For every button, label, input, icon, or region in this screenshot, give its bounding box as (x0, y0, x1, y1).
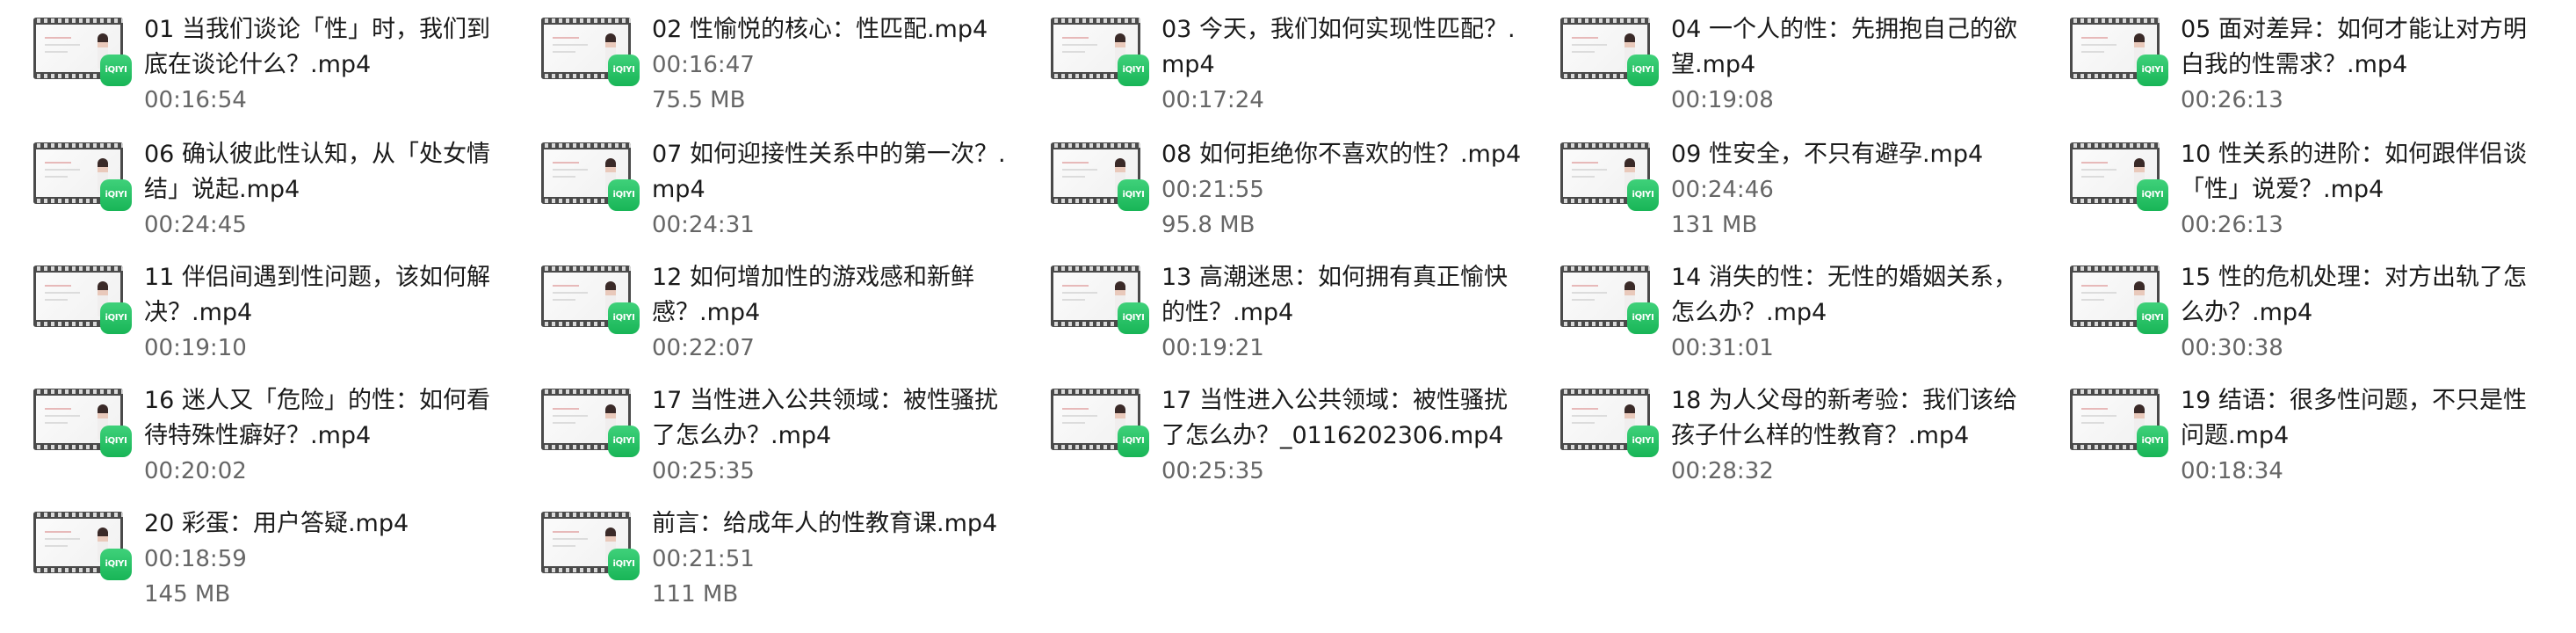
file-item[interactable]: iQIYI 11 伴侣间遇到性问题，该如何解决？.mp4 00:19:10 (0, 248, 501, 362)
file-duration: 00:25:35 (1161, 458, 1264, 484)
file-size: 131 MB (1671, 212, 1758, 238)
file-item[interactable]: iQIYI 20 彩蛋：用户答疑.mp4 00:18:59 145 MB (0, 494, 501, 608)
file-duration: 00:21:55 (1161, 177, 1264, 203)
iqiyi-app-icon: iQIYI (1627, 302, 1659, 334)
file-item[interactable]: iQIYI 08 如何拒绝你不喜欢的性？.mp4 00:21:55 95.8 MB (1017, 125, 1521, 239)
file-name: 03 今天，我们如何实现性匹配？.mp4 (1161, 16, 1516, 78)
file-grid: iQIYI 01 当我们谈论「性」时，我们到底在谈论什么？.mp4 00:16:54… (0, 0, 2576, 633)
file-name: 01 当我们谈论「性」时，我们到底在谈论什么？.mp4 (144, 16, 490, 78)
file-duration: 00:31:01 (1671, 335, 1774, 361)
file-name: 18 为人父母的新考验：我们该给孩子什么样的性教育？.mp4 (1671, 387, 2017, 449)
file-item[interactable]: iQIYI 17 当性进入公共领域：被性骚扰了怎么办？_0116202306.mp… (1017, 371, 1518, 485)
iqiyi-app-icon: iQIYI (100, 55, 132, 86)
file-item[interactable]: iQIYI 05 面对差异：如何才能让对方明白我的性需求？.mp4 00:26:13 (2037, 0, 2537, 114)
file-item[interactable]: iQIYI 19 结语：很多性问题，不只是性问题.mp4 00:18:34 (2037, 371, 2537, 485)
file-item[interactable]: iQIYI 14 消失的性：无性的婚姻关系，怎么办？.mp4 00:31:01 (1527, 248, 2028, 362)
file-name: 08 如何拒绝你不喜欢的性？.mp4 (1161, 141, 1522, 168)
file-name: 10 性关系的进阶：如何跟伴侣谈「性」说爱？.mp4 (2181, 141, 2527, 203)
file-name: 17 当性进入公共领域：被性骚扰了怎么办？_0116202306.mp4 (1161, 387, 1508, 449)
file-duration: 00:20:02 (144, 458, 247, 484)
file-item[interactable]: iQIYI 15 性的危机处理：对方出轨了怎么办？.mp4 00:30:38 (2037, 248, 2537, 362)
iqiyi-app-icon: iQIYI (100, 179, 132, 211)
file-item[interactable]: iQIYI 12 如何增加性的游戏感和新鲜感？.mp4 00:22:07 (508, 248, 1009, 362)
file-item[interactable]: iQIYI 03 今天，我们如何实现性匹配？.mp4 00:17:24 (1017, 0, 1518, 114)
file-duration: 00:19:10 (144, 335, 247, 361)
file-duration: 00:18:59 (144, 546, 247, 572)
file-item[interactable]: iQIYI 06 确认彼此性认知，从「处女情结」说起.mp4 00:24:45 (0, 125, 501, 239)
iqiyi-app-icon: iQIYI (2137, 426, 2168, 457)
file-size: 145 MB (144, 581, 231, 608)
file-name: 07 如何迎接性关系中的第一次？.mp4 (652, 141, 1006, 203)
file-name: 13 高潮迷思：如何拥有真正愉快的性？.mp4 (1161, 264, 1508, 326)
iqiyi-app-icon: iQIYI (1118, 179, 1149, 211)
iqiyi-app-icon: iQIYI (1118, 55, 1149, 86)
iqiyi-app-icon: iQIYI (100, 549, 132, 580)
file-duration: 00:18:34 (2181, 458, 2283, 484)
file-name: 06 确认彼此性认知，从「处女情结」说起.mp4 (144, 141, 490, 203)
file-duration: 00:26:13 (2181, 212, 2283, 238)
iqiyi-app-icon: iQIYI (1627, 55, 1659, 86)
file-name: 15 性的危机处理：对方出轨了怎么办？.mp4 (2181, 264, 2527, 326)
file-name: 14 消失的性：无性的婚姻关系，怎么办？.mp4 (1671, 264, 2017, 326)
iqiyi-app-icon: iQIYI (1118, 426, 1149, 457)
iqiyi-app-icon: iQIYI (2137, 55, 2168, 86)
iqiyi-app-icon: iQIYI (100, 426, 132, 457)
iqiyi-app-icon: iQIYI (2137, 179, 2168, 211)
file-duration: 00:17:24 (1161, 87, 1264, 113)
file-item[interactable]: iQIYI 07 如何迎接性关系中的第一次？.mp4 00:24:31 (508, 125, 1009, 239)
file-name: 12 如何增加性的游戏感和新鲜感？.mp4 (652, 264, 974, 326)
file-name: 16 迷人又「危险」的性：如何看待特殊性癖好？.mp4 (144, 387, 490, 449)
iqiyi-app-icon: iQIYI (608, 426, 640, 457)
file-size: 111 MB (652, 581, 739, 608)
file-item[interactable]: iQIYI 17 当性进入公共领域：被性骚扰了怎么办？.mp4 00:25:35 (508, 371, 1009, 485)
file-item[interactable]: iQIYI 09 性安全，不只有避孕.mp4 00:24:46 131 MB (1527, 125, 2028, 239)
file-name: 05 面对差异：如何才能让对方明白我的性需求？.mp4 (2181, 16, 2527, 78)
file-name: 09 性安全，不只有避孕.mp4 (1671, 141, 1984, 168)
file-item[interactable]: iQIYI 16 迷人又「危险」的性：如何看待特殊性癖好？.mp4 00:20:02 (0, 371, 501, 485)
file-item[interactable]: iQIYI 10 性关系的进阶：如何跟伴侣谈「性」说爱？.mp4 00:26:13 (2037, 125, 2537, 239)
iqiyi-app-icon: iQIYI (1627, 426, 1659, 457)
file-duration: 00:16:54 (144, 87, 247, 113)
file-duration: 00:24:46 (1671, 177, 1774, 203)
file-duration: 00:28:32 (1671, 458, 1774, 484)
iqiyi-app-icon: iQIYI (608, 179, 640, 211)
iqiyi-app-icon: iQIYI (100, 302, 132, 334)
file-duration: 00:19:08 (1671, 87, 1774, 113)
file-item[interactable]: iQIYI 13 高潮迷思：如何拥有真正愉快的性？.mp4 00:19:21 (1017, 248, 1518, 362)
iqiyi-app-icon: iQIYI (608, 549, 640, 580)
file-name: 04 一个人的性：先拥抱自己的欲望.mp4 (1671, 16, 2017, 78)
file-duration: 00:30:38 (2181, 335, 2283, 361)
file-duration: 00:19:21 (1161, 335, 1264, 361)
file-name: 17 当性进入公共领域：被性骚扰了怎么办？.mp4 (652, 387, 998, 449)
file-size: 75.5 MB (652, 87, 746, 113)
file-item[interactable]: iQIYI 前言：给成年人的性教育课.mp4 00:21:51 111 MB (508, 494, 1009, 608)
file-name: 11 伴侣间遇到性问题，该如何解决？.mp4 (144, 264, 490, 326)
file-size: 95.8 MB (1161, 212, 1255, 238)
file-duration: 00:24:45 (144, 212, 247, 238)
file-duration: 00:21:51 (652, 546, 755, 572)
iqiyi-app-icon: iQIYI (2137, 302, 2168, 334)
file-duration: 00:26:13 (2181, 87, 2283, 113)
iqiyi-app-icon: iQIYI (608, 302, 640, 334)
file-name: 19 结语：很多性问题，不只是性问题.mp4 (2181, 387, 2527, 449)
file-item[interactable]: iQIYI 18 为人父母的新考验：我们该给孩子什么样的性教育？.mp4 00:28… (1527, 371, 2028, 485)
file-name: 02 性愉悦的核心：性匹配.mp4 (652, 16, 988, 43)
iqiyi-app-icon: iQIYI (1627, 179, 1659, 211)
file-item[interactable]: iQIYI 02 性愉悦的核心：性匹配.mp4 00:16:47 75.5 MB (508, 0, 1009, 114)
file-duration: 00:24:31 (652, 212, 755, 238)
file-item[interactable]: iQIYI 04 一个人的性：先拥抱自己的欲望.mp4 00:19:08 (1527, 0, 2028, 114)
file-duration: 00:16:47 (652, 52, 755, 78)
file-item[interactable]: iQIYI 01 当我们谈论「性」时，我们到底在谈论什么？.mp4 00:16:54 (0, 0, 501, 114)
iqiyi-app-icon: iQIYI (1118, 302, 1149, 334)
file-name: 20 彩蛋：用户答疑.mp4 (144, 510, 409, 537)
iqiyi-app-icon: iQIYI (608, 55, 640, 86)
file-duration: 00:25:35 (652, 458, 755, 484)
file-duration: 00:22:07 (652, 335, 755, 361)
file-name: 前言：给成年人的性教育课.mp4 (652, 510, 998, 537)
